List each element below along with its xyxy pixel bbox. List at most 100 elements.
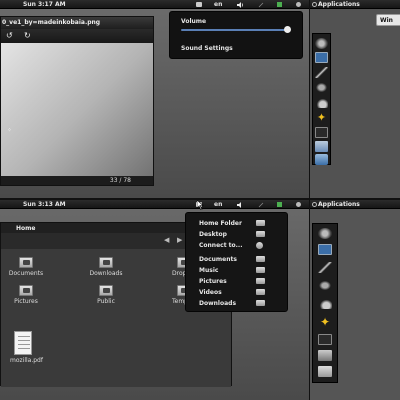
folder-name: Documents: [8, 270, 44, 277]
place-label: Downloads: [199, 300, 237, 307]
dock-launcher-icon[interactable]: [315, 82, 328, 93]
dock-launcher-icon[interactable]: [318, 280, 332, 291]
folder-icon: [256, 267, 265, 273]
folder-name: Public: [97, 298, 115, 305]
dock-star-icon[interactable]: ✦: [315, 112, 328, 123]
top-right-screen: Applications Win ✦: [310, 0, 400, 198]
places-videos[interactable]: Videos: [186, 287, 287, 298]
places-downloads[interactable]: Downloads: [186, 298, 287, 309]
bottom-left-screen: Sun 3:13 AM en Home ◀ ▶ Documents Downlo…: [0, 200, 309, 400]
dock-window-icon[interactable]: [318, 366, 332, 377]
power-icon[interactable]: [296, 202, 301, 207]
keyboard-language[interactable]: en: [214, 201, 222, 208]
folder-item[interactable]: Downloads: [88, 257, 124, 279]
places-documents[interactable]: Documents: [186, 254, 287, 265]
bottom-right-panel: Applications: [310, 200, 400, 209]
dock-tool-icon[interactable]: [315, 67, 328, 78]
mouse-cursor-icon: [196, 200, 205, 211]
places-music[interactable]: Music: [186, 265, 287, 276]
folder-name: Downloads: [89, 270, 123, 277]
file-item[interactable]: mozilla.pdf: [10, 331, 43, 371]
location-label[interactable]: Home: [16, 225, 35, 232]
volume-menu: Volume Sound Settings: [169, 11, 303, 59]
dock: ✦: [312, 223, 338, 383]
folder-indicator-icon[interactable]: [196, 2, 202, 7]
folder-pictures-icon: [19, 285, 33, 296]
place-label: Videos: [199, 289, 222, 296]
dock-editor-icon[interactable]: [318, 244, 332, 255]
folder-documents-icon: [19, 257, 33, 268]
volume-slider[interactable]: [181, 29, 287, 31]
bottom-panel: Sun 3:13 AM en: [0, 200, 309, 209]
folder-item[interactable]: Documents: [8, 257, 44, 279]
places-menu: Home Folder Desktop Connect to... Docume…: [185, 212, 288, 312]
place-label: Desktop: [199, 231, 227, 238]
folder-icon: [256, 300, 265, 306]
bottom-right-screen: Applications ✦: [310, 200, 400, 400]
dock-files-icon[interactable]: [315, 141, 328, 152]
top-right-panel: Applications: [310, 0, 400, 9]
places-home-folder[interactable]: Home Folder: [186, 218, 287, 229]
image-viewer-toolbar: ↺ ↻: [1, 29, 153, 43]
place-label: Music: [199, 267, 219, 274]
places-desktop[interactable]: Desktop: [186, 229, 287, 240]
image-viewer-titlebar[interactable]: 0_ve1_by=madeinkobaia.png: [1, 17, 153, 29]
rotate-right-icon[interactable]: ↻: [24, 32, 32, 40]
rotate-left-icon[interactable]: ↺: [6, 32, 14, 40]
screen-divider: [309, 0, 310, 400]
image-viewer-window[interactable]: 0_ve1_by=madeinkobaia.png ↺ ↻ ⁘ 33 / 78: [0, 16, 154, 186]
place-label: Documents: [199, 256, 237, 263]
top-panel: Sun 3:17 AM en: [0, 0, 309, 9]
folder-item[interactable]: Pictures: [8, 285, 44, 307]
home-icon: [256, 220, 265, 226]
network-icon[interactable]: [258, 202, 264, 208]
applications-menu-icon[interactable]: [312, 202, 317, 207]
applications-menu-icon[interactable]: [312, 2, 317, 7]
screen-divider: [0, 198, 400, 200]
dock-app-icon[interactable]: [315, 38, 328, 49]
dock-star-icon[interactable]: ✦: [318, 316, 332, 328]
places-pictures[interactable]: Pictures: [186, 276, 287, 287]
dock-shell-icon[interactable]: [318, 298, 332, 309]
image-detail: ⁘: [7, 127, 13, 134]
power-icon[interactable]: [296, 2, 301, 7]
applications-menu[interactable]: Applications: [318, 1, 360, 8]
sound-settings-item[interactable]: Sound Settings: [181, 45, 233, 52]
dock-editor-icon[interactable]: [315, 52, 328, 63]
image-viewer-title: 0_ve1_by=madeinkobaia.png: [2, 19, 101, 26]
forward-arrow-icon[interactable]: ▶: [177, 236, 182, 244]
dock-terminal-icon[interactable]: [318, 334, 332, 345]
image-counter: 33 / 78: [109, 177, 131, 184]
folder-icon: [256, 289, 265, 295]
desktop-icon: [256, 231, 265, 237]
dock-chat-icon[interactable]: [315, 154, 328, 165]
folder-public-icon: [99, 285, 113, 296]
window-tab[interactable]: Win: [376, 14, 400, 26]
window-tab-label: Win: [380, 17, 393, 24]
folder-icon: [256, 278, 265, 284]
dock-terminal-icon[interactable]: [315, 127, 328, 138]
battery-icon[interactable]: [277, 202, 282, 207]
volume-icon[interactable]: [237, 202, 243, 208]
folder-name: Pictures: [14, 298, 38, 305]
dock-tool-icon[interactable]: [318, 262, 332, 273]
keyboard-language[interactable]: en: [214, 1, 222, 8]
dock-files-icon[interactable]: [318, 350, 332, 361]
battery-icon[interactable]: [277, 2, 282, 7]
place-label: Home Folder: [199, 220, 242, 227]
panel-clock[interactable]: Sun 3:13 AM: [23, 201, 66, 208]
folder-item[interactable]: Public: [88, 285, 124, 307]
volume-icon[interactable]: [237, 2, 243, 8]
dock-shell-icon[interactable]: [315, 97, 328, 108]
folder-icon: [256, 256, 265, 262]
volume-slider-handle[interactable]: [284, 26, 291, 33]
dock: ✦: [312, 33, 331, 165]
panel-clock[interactable]: Sun 3:17 AM: [23, 1, 66, 8]
applications-menu[interactable]: Applications: [318, 201, 360, 208]
folder-downloads-icon: [99, 257, 113, 268]
network-icon[interactable]: [258, 2, 264, 8]
back-arrow-icon[interactable]: ◀: [164, 236, 169, 244]
volume-label: Volume: [181, 18, 207, 25]
places-connect[interactable]: Connect to...: [186, 240, 287, 251]
dock-app-icon[interactable]: [318, 228, 332, 239]
